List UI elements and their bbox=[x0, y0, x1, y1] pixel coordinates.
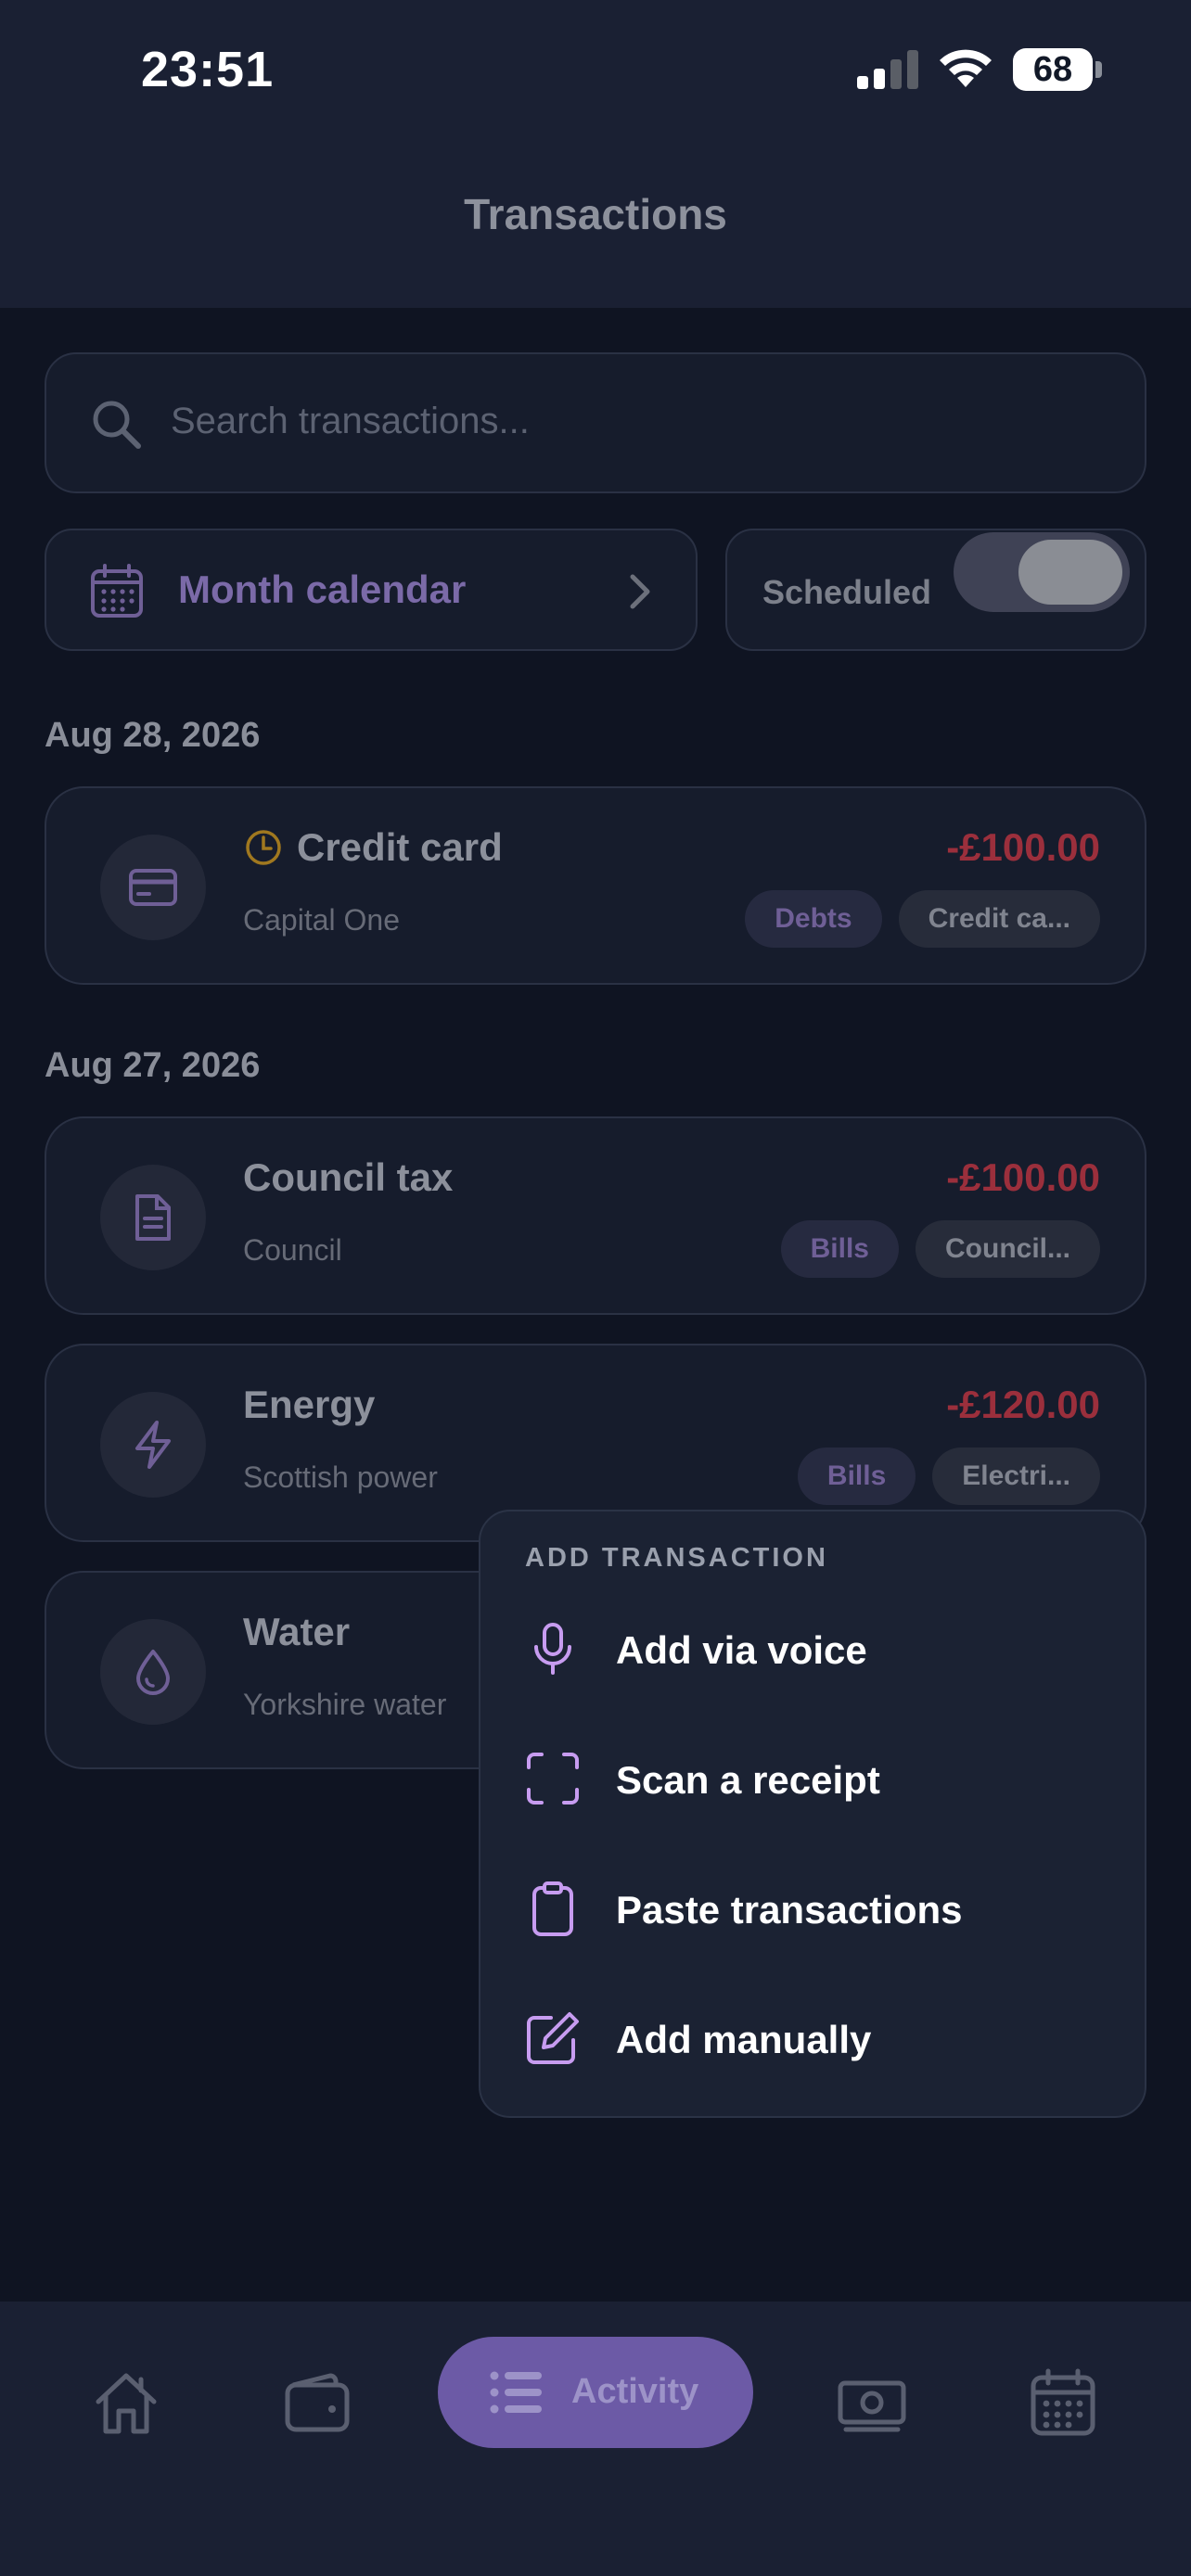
clipboard-icon bbox=[532, 1881, 573, 1936]
edit-icon bbox=[527, 2012, 579, 2064]
lightning-icon bbox=[135, 1421, 171, 1469]
menu-item-label: Scan a receipt bbox=[616, 1758, 880, 1802]
wifi-icon bbox=[940, 49, 992, 87]
menu-item-label: Paste transactions bbox=[616, 1888, 963, 1932]
category-chip: Debts bbox=[745, 890, 882, 948]
transaction-tags: Bills Electri... bbox=[797, 1447, 1100, 1505]
signal-icon bbox=[857, 50, 918, 89]
transaction-amount: -£120.00 bbox=[946, 1383, 1100, 1426]
document-icon bbox=[135, 1194, 171, 1241]
transaction-icon-circle bbox=[100, 1392, 206, 1498]
calendar-icon[interactable] bbox=[1028, 2368, 1098, 2439]
wallet-icon[interactable] bbox=[282, 2368, 352, 2439]
status-time: 23:51 bbox=[141, 42, 275, 97]
paste-transactions-option[interactable]: Paste transactions bbox=[480, 1853, 1145, 1964]
transaction-merchant: Capital One bbox=[243, 903, 400, 937]
transaction-tags: Debts Credit ca... bbox=[745, 890, 1100, 948]
subcategory-chip: Council... bbox=[916, 1220, 1100, 1278]
month-calendar-label: Month calendar bbox=[178, 567, 467, 611]
add-manually-option[interactable]: Add manually bbox=[480, 1983, 1145, 2094]
scheduled-label: Scheduled bbox=[762, 573, 932, 611]
month-calendar-button[interactable]: Month calendar bbox=[45, 529, 698, 651]
battery-level: 68 bbox=[1013, 48, 1093, 91]
add-via-voice-option[interactable]: Add via voice bbox=[480, 1593, 1145, 1704]
scheduled-filter: Scheduled bbox=[725, 529, 1146, 651]
scheduled-toggle[interactable] bbox=[954, 532, 1130, 612]
menu-item-label: Add via voice bbox=[616, 1628, 867, 1672]
transaction-row[interactable]: Council tax Council -£100.00 Bills Counc… bbox=[45, 1116, 1146, 1315]
home-icon[interactable] bbox=[91, 2368, 161, 2439]
microphone-icon bbox=[534, 1623, 571, 1675]
menu-title: ADD TRANSACTION bbox=[525, 1543, 828, 1573]
transaction-icon-circle bbox=[100, 835, 206, 940]
menu-item-label: Add manually bbox=[616, 2018, 872, 2061]
subcategory-chip: Electri... bbox=[932, 1447, 1100, 1505]
clock-icon bbox=[246, 830, 281, 865]
category-chip: Bills bbox=[797, 1447, 916, 1505]
transaction-row[interactable]: Credit card Capital One -£100.00 Debts C… bbox=[45, 786, 1146, 985]
transaction-merchant: Council bbox=[243, 1233, 342, 1267]
banknote-icon[interactable] bbox=[837, 2368, 907, 2439]
transaction-icon-circle bbox=[100, 1619, 206, 1725]
scan-receipt-option[interactable]: Scan a receipt bbox=[480, 1723, 1145, 1834]
add-transaction-menu: ADD TRANSACTION Add via voice Scan a rec… bbox=[479, 1510, 1146, 2118]
bottom-nav: Activity bbox=[0, 2302, 1191, 2576]
transaction-name: Water bbox=[243, 1610, 351, 1653]
water-drop-icon bbox=[136, 1650, 170, 1695]
search-icon bbox=[93, 401, 141, 449]
transaction-merchant: Scottish power bbox=[243, 1460, 438, 1494]
activity-tab-label: Activity bbox=[571, 2372, 699, 2411]
scan-frame-icon bbox=[527, 1753, 579, 1804]
battery-indicator: 68 bbox=[1013, 48, 1104, 91]
activity-tab[interactable]: Activity bbox=[438, 2337, 753, 2448]
transaction-amount: -£100.00 bbox=[946, 825, 1100, 869]
search-placeholder: Search transactions... bbox=[171, 401, 530, 441]
transaction-tags: Bills Council... bbox=[780, 1220, 1100, 1278]
date-header: Aug 28, 2026 bbox=[45, 716, 261, 755]
toggle-knob bbox=[1018, 540, 1122, 605]
credit-card-icon bbox=[129, 869, 177, 906]
transaction-merchant: Yorkshire water bbox=[243, 1688, 447, 1721]
transaction-name: Council tax bbox=[243, 1155, 454, 1199]
transaction-icon-circle bbox=[100, 1165, 206, 1270]
transaction-name: Credit card bbox=[297, 825, 503, 869]
page-title: Transactions bbox=[464, 190, 727, 238]
search-input[interactable]: Search transactions... bbox=[45, 352, 1146, 493]
top-bar: 23:51 68 Transactions bbox=[0, 0, 1191, 308]
category-chip: Bills bbox=[780, 1220, 899, 1278]
subcategory-chip: Credit ca... bbox=[898, 890, 1100, 948]
list-icon bbox=[490, 2371, 542, 2414]
chevron-right-icon bbox=[630, 574, 650, 609]
transaction-amount: -£100.00 bbox=[946, 1155, 1100, 1199]
transaction-name: Energy bbox=[243, 1383, 376, 1426]
date-header: Aug 27, 2026 bbox=[45, 1046, 261, 1085]
battery-cap bbox=[1095, 61, 1102, 78]
calendar-icon bbox=[91, 564, 143, 618]
